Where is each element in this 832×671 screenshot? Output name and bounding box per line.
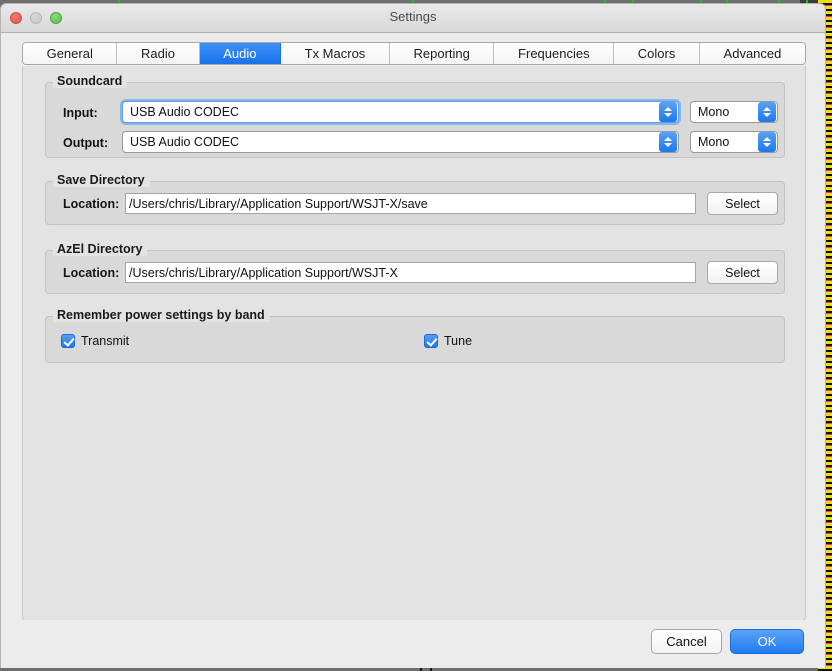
dialog-button-row: Cancel OK <box>1 620 825 668</box>
input-label: Input: <box>63 106 98 120</box>
output-device-combo[interactable]: USB Audio CODEC <box>122 131 679 153</box>
tab-advanced[interactable]: Advanced <box>699 43 805 64</box>
azel-location-input[interactable]: /Users/chris/Library/Application Support… <box>125 262 696 283</box>
output-channel-combo[interactable]: Mono <box>690 131 778 153</box>
transmit-checkbox[interactable] <box>61 334 75 348</box>
cancel-button[interactable]: Cancel <box>651 629 722 654</box>
input-device-combo[interactable]: USB Audio CODEC <box>122 101 679 123</box>
input-channel-combo[interactable]: Mono <box>690 101 778 123</box>
power-settings-group: Remember power settings by band Transmit… <box>45 308 785 363</box>
window-title: Settings <box>389 9 437 24</box>
tab-colors[interactable]: Colors <box>614 43 700 64</box>
azel-directory-group-title: AzEl Directory <box>53 242 148 256</box>
tune-checkbox-row[interactable]: Tune <box>424 334 472 348</box>
output-channel-value: Mono <box>698 135 730 149</box>
tune-checkbox[interactable] <box>424 334 438 348</box>
chevron-updown-icon[interactable] <box>659 132 677 152</box>
output-label: Output: <box>63 136 109 150</box>
tab-radio[interactable]: Radio <box>117 43 200 64</box>
chevron-updown-icon[interactable] <box>758 132 776 152</box>
save-directory-select-button[interactable]: Select <box>707 192 778 215</box>
save-location-label: Location: <box>63 197 120 211</box>
tab-reporting[interactable]: Reporting <box>389 43 495 64</box>
save-directory-group-title: Save Directory <box>53 173 150 187</box>
chevron-updown-icon[interactable] <box>659 102 677 122</box>
input-channel-value: Mono <box>698 105 730 119</box>
settings-tab-bar[interactable]: General Radio Audio Tx Macros Reporting … <box>22 42 806 65</box>
tab-audio[interactable]: Audio <box>199 43 282 64</box>
soundcard-group: Soundcard Input: USB Audio CODEC Mono Ou <box>45 74 785 158</box>
azel-location-label: Location: <box>63 266 120 280</box>
window-titlebar[interactable]: Settings <box>1 4 825 33</box>
tab-general[interactable]: General <box>23 43 118 64</box>
tab-tx-macros[interactable]: Tx Macros <box>281 43 390 64</box>
input-device-value: USB Audio CODEC <box>130 105 240 119</box>
ok-button[interactable]: OK <box>730 629 804 654</box>
chevron-updown-icon[interactable] <box>758 102 776 122</box>
audio-settings-panel: Soundcard Input: USB Audio CODEC Mono Ou <box>22 66 806 621</box>
output-device-value: USB Audio CODEC <box>130 135 240 149</box>
power-settings-group-title: Remember power settings by band <box>53 308 270 322</box>
tune-checkbox-label: Tune <box>444 334 473 348</box>
save-location-input[interactable]: /Users/chris/Library/Application Support… <box>125 193 696 214</box>
save-directory-group: Save Directory Location: /Users/chris/Li… <box>45 173 785 225</box>
tab-frequencies[interactable]: Frequencies <box>494 43 615 64</box>
settings-window: Settings General Radio Audio Tx Macros R… <box>0 3 826 668</box>
transmit-checkbox-row[interactable]: Transmit <box>61 334 129 348</box>
soundcard-group-title: Soundcard <box>53 74 128 88</box>
transmit-checkbox-label: Transmit <box>81 334 130 348</box>
azel-directory-group: AzEl Directory Location: /Users/chris/Li… <box>45 242 785 294</box>
azel-directory-select-button[interactable]: Select <box>707 261 778 284</box>
